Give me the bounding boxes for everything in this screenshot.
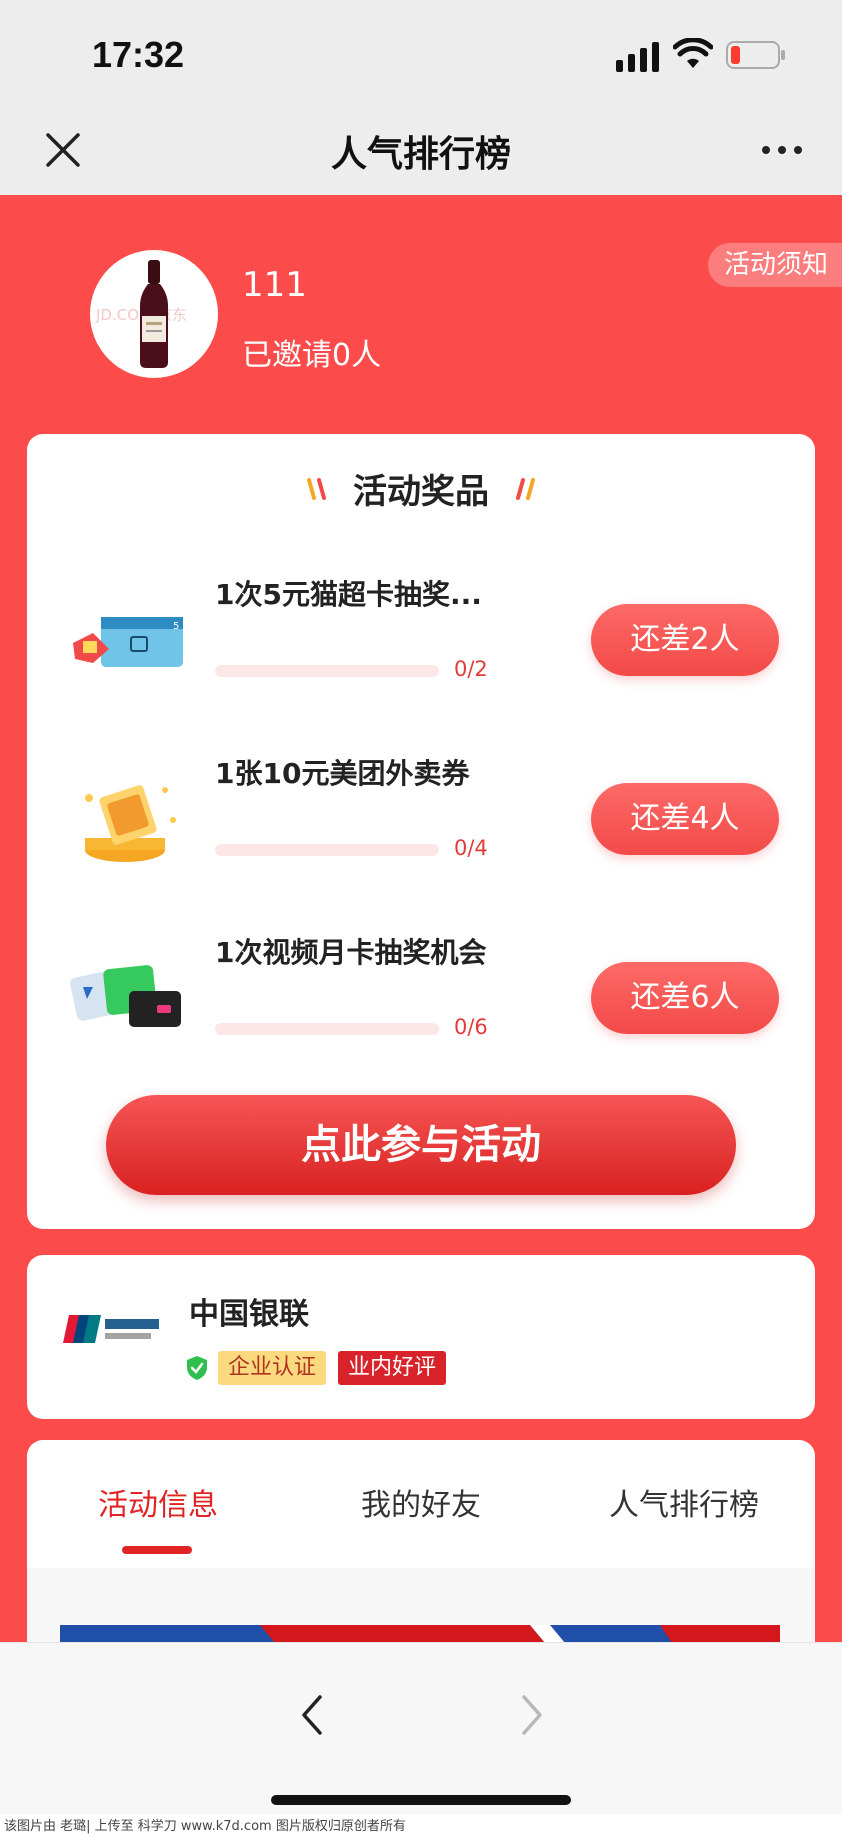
main-content: 活动须知 JD.COM 京东 111 已邀请0人 活动奖品 5 1次5元猫超卡抽… bbox=[0, 195, 842, 1642]
coupon-icon bbox=[85, 785, 176, 862]
avatar: JD.COM 京东 bbox=[90, 250, 218, 378]
status-time: 17:32 bbox=[92, 34, 185, 75]
tab-popularity-ranking[interactable]: 人气排行榜 bbox=[553, 1480, 815, 1524]
need-more-button[interactable]: 还差2人 bbox=[591, 604, 779, 676]
progress-bar bbox=[215, 844, 439, 856]
activity-banner bbox=[60, 1625, 780, 1642]
slash-deco-icon bbox=[306, 477, 326, 500]
progress-text: 0/4 bbox=[454, 836, 488, 860]
progress-text: 0/6 bbox=[454, 1015, 488, 1039]
invite-count: 已邀请0人 bbox=[242, 338, 382, 373]
merchant-name: 中国银联 bbox=[189, 1297, 309, 1332]
prize-name: 1次5元猫超卡抽奖... bbox=[215, 578, 482, 611]
prize-card: 活动奖品 5 1次5元猫超卡抽奖... 0/2 还差2人 1张10元美团外卖券 … bbox=[27, 434, 815, 1229]
shield-check-icon bbox=[187, 1356, 207, 1380]
wine-bottle-icon bbox=[140, 260, 168, 368]
signal-icon bbox=[616, 42, 659, 72]
supermarket-card-icon: 5 bbox=[73, 617, 183, 667]
tab-my-friends[interactable]: 我的好友 bbox=[290, 1480, 552, 1524]
slash-deco-icon bbox=[516, 477, 536, 500]
prize-title-row: 活动奖品 bbox=[27, 464, 815, 514]
svg-text:5: 5 bbox=[173, 621, 179, 632]
prize-item: 1张10元美团外卖券 0/4 还差4人 bbox=[27, 742, 815, 892]
need-more-button[interactable]: 还差4人 bbox=[591, 783, 779, 855]
home-indicator bbox=[271, 1795, 571, 1805]
active-tab-indicator bbox=[122, 1546, 192, 1554]
back-arrow-icon[interactable] bbox=[298, 1693, 326, 1737]
forward-arrow-icon bbox=[522, 1695, 542, 1735]
tab-activity-info[interactable]: 活动信息 bbox=[27, 1480, 289, 1524]
progress-text: 0/2 bbox=[454, 657, 488, 681]
bottom-nav-bar bbox=[0, 1642, 842, 1815]
good-review-badge: 业内好评 bbox=[338, 1351, 447, 1385]
unionpay-logo bbox=[63, 1315, 159, 1343]
video-membership-cards-icon bbox=[70, 965, 181, 1027]
more-icon[interactable] bbox=[758, 135, 806, 165]
prize-item: 1次视频月卡抽奖机会 0/6 还差6人 bbox=[27, 921, 815, 1071]
prize-name: 1次视频月卡抽奖机会 bbox=[215, 936, 487, 969]
page-title: 人气排行榜 bbox=[330, 134, 511, 175]
user-name: 111 bbox=[242, 265, 307, 305]
prize-section-title: 活动奖品 bbox=[353, 472, 489, 512]
prize-item: 5 1次5元猫超卡抽奖... 0/2 还差2人 bbox=[27, 563, 815, 713]
progress-bar bbox=[215, 665, 439, 677]
certified-badge: 企业认证 bbox=[218, 1351, 327, 1385]
tabs-card: 活动信息 我的好友 人气排行榜 bbox=[27, 1440, 815, 1642]
watermark-caption: 该图片由 老璐| 上传至 科学刀 www.k7d.com 图片版权归原创者所有 bbox=[0, 1814, 842, 1839]
prize-name: 1张10元美团外卖券 bbox=[215, 757, 470, 790]
activity-notice-button[interactable]: 活动须知 bbox=[707, 243, 842, 287]
status-bar: 17:32 bbox=[0, 0, 842, 105]
wifi-icon bbox=[673, 38, 713, 68]
nav-bar: 人气排行榜 bbox=[0, 105, 842, 195]
join-activity-button[interactable]: 点此参与活动 bbox=[106, 1095, 736, 1195]
progress-bar bbox=[215, 1023, 439, 1035]
merchant-card[interactable]: 中国银联 企业认证 业内好评 bbox=[27, 1255, 815, 1419]
battery-icon bbox=[726, 41, 785, 69]
need-more-button[interactable]: 还差6人 bbox=[591, 962, 779, 1034]
